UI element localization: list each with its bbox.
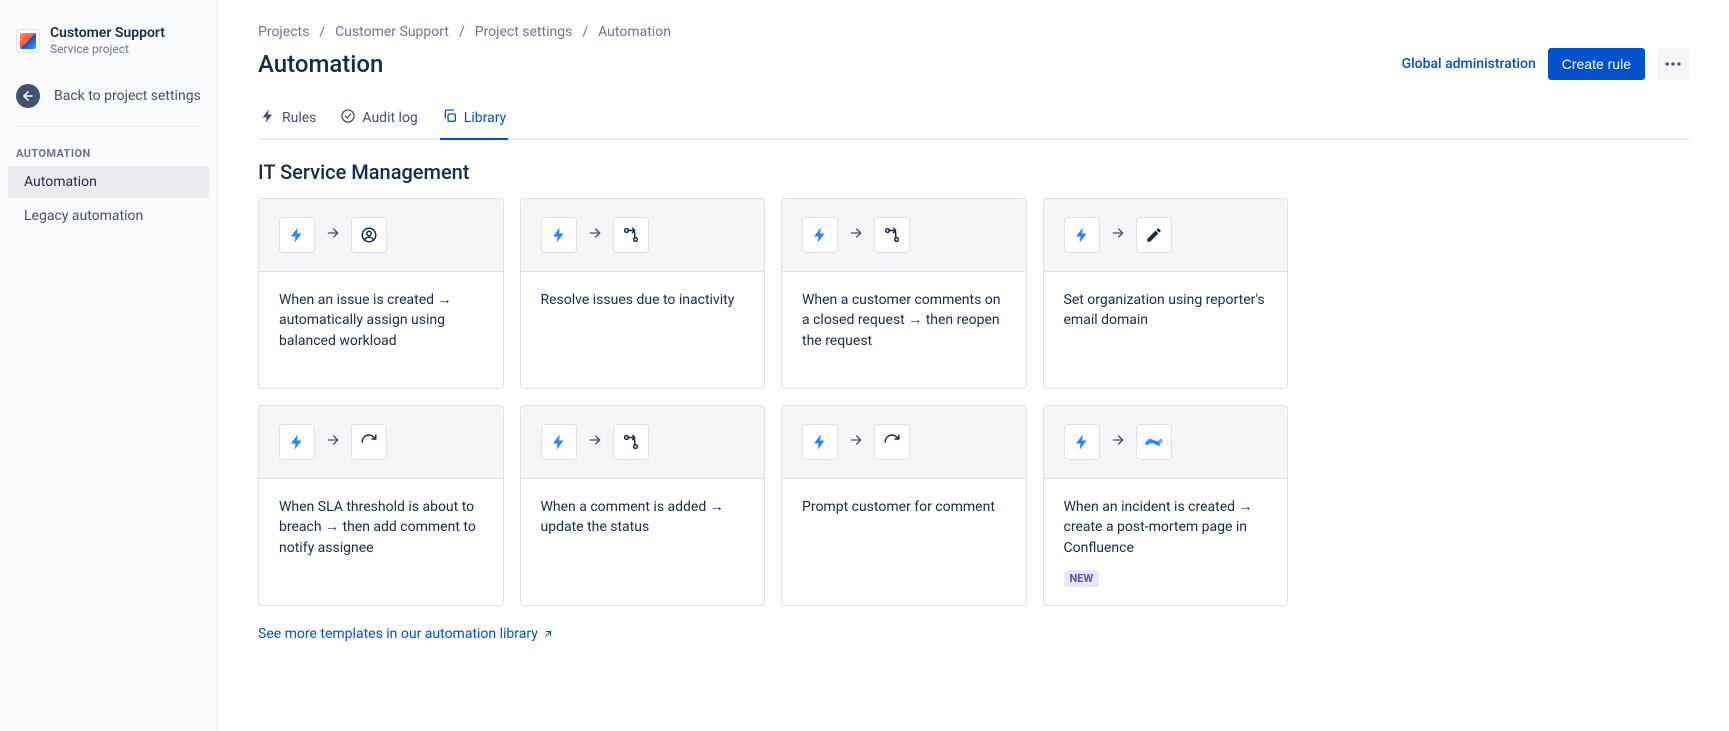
template-card-description: When an incident is created → create a p… — [1064, 497, 1268, 558]
arrow-right-icon — [848, 225, 864, 245]
project-header: Customer Support Service project — [0, 0, 217, 74]
create-rule-button[interactable]: Create rule — [1548, 48, 1645, 80]
template-cards-grid: When an issue is created → automatically… — [258, 198, 1288, 606]
bolt-icon — [279, 424, 315, 460]
tabs: Rules Audit log Library — [258, 100, 1689, 140]
more-horizontal-icon — [1663, 54, 1683, 74]
bolt-icon — [802, 217, 838, 253]
refresh-icon — [351, 424, 387, 460]
bolt-icon — [260, 108, 276, 128]
bolt-icon — [1064, 424, 1100, 460]
pencil-icon — [1136, 217, 1172, 253]
sidebar-divider — [16, 126, 201, 127]
confluence-icon — [1136, 424, 1172, 460]
sidebar-item-legacy-automation[interactable]: Legacy automation — [8, 200, 209, 232]
breadcrumb-item[interactable]: Automation — [598, 24, 671, 40]
breadcrumb: Projects/Customer Support/Project settin… — [258, 0, 1689, 48]
arrow-right-icon — [587, 432, 603, 452]
arrow-right-icon — [848, 432, 864, 452]
tab-audit-log[interactable]: Audit log — [338, 100, 419, 138]
template-card-description: Prompt customer for comment — [802, 497, 1006, 517]
check-circle-icon — [340, 108, 356, 128]
template-card-description: When a comment is added → update the sta… — [541, 497, 745, 538]
see-more-templates-link[interactable]: See more templates in our automation lib… — [258, 626, 554, 642]
template-card[interactable]: When a comment is added → update the sta… — [520, 405, 766, 606]
bolt-icon — [279, 217, 315, 253]
bolt-icon — [1064, 217, 1100, 253]
external-link-icon — [542, 628, 554, 640]
copy-icon — [442, 108, 458, 128]
bolt-icon — [541, 424, 577, 460]
back-to-settings-button[interactable]: Back to project settings — [0, 74, 217, 118]
tab-rules[interactable]: Rules — [258, 100, 318, 138]
branch-icon — [874, 217, 910, 253]
main-content: Projects/Customer Support/Project settin… — [218, 0, 1729, 731]
sidebar-section-label: Automation — [0, 135, 217, 164]
template-card-description: When SLA threshold is about to breach → … — [279, 497, 483, 558]
back-label: Back to project settings — [54, 88, 201, 104]
tab-library[interactable]: Library — [440, 100, 508, 138]
template-card-description: When a customer comments on a closed req… — [802, 290, 1006, 351]
project-title: Customer Support — [50, 24, 165, 42]
back-arrow-icon — [16, 84, 40, 108]
template-card[interactable]: When an incident is created → create a p… — [1043, 405, 1289, 606]
user-circle-icon — [351, 217, 387, 253]
arrow-right-icon — [325, 225, 341, 245]
sidebar-item-automation[interactable]: Automation — [8, 166, 209, 198]
branch-icon — [613, 424, 649, 460]
breadcrumb-item[interactable]: Project settings — [475, 24, 573, 40]
project-subtitle: Service project — [50, 42, 165, 58]
breadcrumb-item[interactable]: Projects — [258, 24, 309, 40]
template-card[interactable]: When an issue is created → automatically… — [258, 198, 504, 389]
arrow-right-icon — [587, 225, 603, 245]
more-menu-button[interactable] — [1657, 48, 1689, 80]
bolt-icon — [541, 217, 577, 253]
project-icon — [16, 29, 40, 53]
page-title: Automation — [258, 50, 383, 78]
arrow-right-icon — [325, 432, 341, 452]
template-card[interactable]: Resolve issues due to inactivity — [520, 198, 766, 389]
template-card[interactable]: When a customer comments on a closed req… — [781, 198, 1027, 389]
bolt-icon — [802, 424, 838, 460]
refresh-icon — [874, 424, 910, 460]
template-card-description: When an issue is created → automatically… — [279, 290, 483, 351]
branch-icon — [613, 217, 649, 253]
template-card-description: Resolve issues due to inactivity — [541, 290, 745, 310]
new-badge: NEW — [1064, 570, 1100, 587]
global-administration-link[interactable]: Global administration — [1402, 56, 1536, 72]
page-header: Automation Global administration Create … — [258, 48, 1689, 88]
breadcrumb-item[interactable]: Customer Support — [335, 24, 449, 40]
template-card-description: Set organization using reporter's email … — [1064, 290, 1268, 331]
template-card[interactable]: When SLA threshold is about to breach → … — [258, 405, 504, 606]
arrow-right-icon — [1110, 432, 1126, 452]
section-heading: IT Service Management — [258, 160, 1689, 184]
template-card[interactable]: Set organization using reporter's email … — [1043, 198, 1289, 389]
sidebar: Customer Support Service project Back to… — [0, 0, 218, 731]
arrow-right-icon — [1110, 225, 1126, 245]
template-card[interactable]: Prompt customer for comment — [781, 405, 1027, 606]
